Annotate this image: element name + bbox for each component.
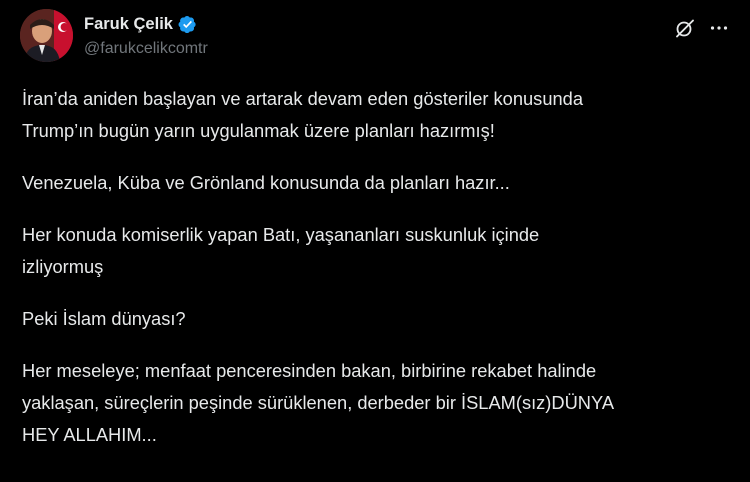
avatar-image — [20, 9, 73, 62]
name-row: Faruk Çelik — [84, 12, 197, 36]
verified-badge-icon[interactable] — [178, 15, 197, 34]
text-line: İran’da aniden başlayan ve artarak devam… — [22, 88, 583, 109]
text-line: Peki İslam dünyası? — [22, 308, 186, 329]
text-line: HEY ALLAHIM... — [22, 424, 157, 445]
text-line: Her meseleye; menfaat penceresinden baka… — [22, 360, 597, 381]
text-line: yaklaşan, süreçlerin peşinde sürüklenen,… — [22, 392, 615, 413]
text-line: izliyormuş — [22, 256, 104, 277]
post-card: Faruk Çelik @farukcelikcomtr İran’da ani… — [0, 0, 750, 482]
avatar[interactable] — [20, 9, 73, 62]
paragraph: Peki İslam dünyası? — [22, 303, 742, 335]
paragraph: Venezuela, Küba ve Grönland konusunda da… — [22, 167, 742, 199]
grok-icon[interactable] — [674, 17, 696, 39]
paragraph: Her meseleye; menfaat penceresinden baka… — [22, 355, 742, 451]
handle[interactable]: @farukcelikcomtr — [84, 39, 208, 59]
paragraph: Her konuda komiserlik yapan Batı, yaşana… — [22, 219, 742, 283]
text-line: Her konuda komiserlik yapan Batı, yaşana… — [22, 224, 540, 245]
paragraph: İran’da aniden başlayan ve artarak devam… — [22, 83, 742, 147]
display-name[interactable]: Faruk Çelik — [84, 13, 173, 35]
post-text: İran’da aniden başlayan ve artarak devam… — [22, 83, 742, 471]
post-header: Faruk Çelik @farukcelikcomtr — [84, 10, 730, 64]
more-options-icon[interactable] — [708, 17, 730, 39]
text-line: Trump’ın bugün yarın uygulanmak üzere pl… — [22, 120, 495, 141]
text-line: Venezuela, Küba ve Grönland konusunda da… — [22, 172, 510, 193]
